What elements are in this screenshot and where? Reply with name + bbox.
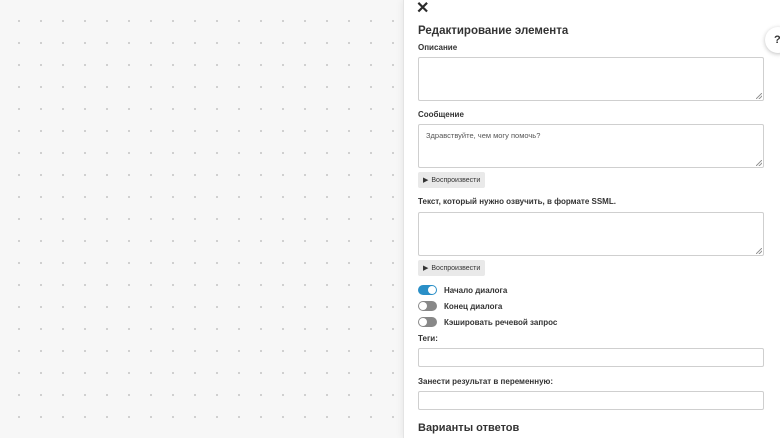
- play-icon: ▶: [423, 265, 429, 272]
- description-textarea[interactable]: [418, 57, 764, 101]
- edit-element-panel: ✕ ? Редактирование элемента Описание Соо…: [403, 0, 780, 438]
- message-value: Здравствуйте, чем могу помочь?: [426, 131, 541, 140]
- toggle-switch[interactable]: [418, 285, 437, 295]
- toggle-switch[interactable]: [418, 301, 437, 311]
- flow-canvas[interactable]: [0, 0, 403, 438]
- toggle-dialog-end[interactable]: Конец диалога: [418, 300, 502, 312]
- ssml-label: Текст, который нужно озвучить, в формате…: [418, 197, 616, 206]
- help-button[interactable]: ?: [765, 27, 780, 53]
- result-variable-input[interactable]: [418, 391, 764, 410]
- toggle-label: Кэшировать речевой запрос: [444, 317, 558, 327]
- message-textarea[interactable]: Здравствуйте, чем могу помочь?: [418, 124, 764, 168]
- tags-input[interactable]: [418, 348, 764, 367]
- resize-grip-icon[interactable]: [756, 160, 762, 166]
- toggle-label: Конец диалога: [444, 301, 503, 311]
- toggle-label: Начало диалога: [444, 285, 508, 295]
- ssml-play-button[interactable]: ▶ Воспроизвести: [418, 260, 486, 276]
- result-variable-label: Занести результат в переменную:: [418, 377, 554, 386]
- message-play-button[interactable]: ▶ Воспроизвести: [418, 172, 486, 188]
- panel-title: Редактирование элемента: [418, 25, 569, 37]
- play-icon: ▶: [423, 177, 429, 184]
- ssml-textarea[interactable]: [418, 212, 764, 256]
- play-button-label: Воспроизвести: [431, 264, 481, 272]
- play-button-label: Воспроизвести: [431, 176, 481, 184]
- message-label: Сообщение: [418, 110, 464, 119]
- answers-section-title: Варианты ответов: [418, 422, 520, 434]
- toggle-cache-speech[interactable]: Кэшировать речевой запрос: [418, 316, 557, 328]
- close-icon[interactable]: ✕: [416, 1, 429, 17]
- description-label: Описание: [418, 43, 458, 52]
- resize-grip-icon[interactable]: [756, 93, 762, 99]
- tags-label: Теги:: [418, 334, 438, 343]
- toggle-dialog-start[interactable]: Начало диалога: [418, 284, 507, 296]
- resize-grip-icon[interactable]: [756, 248, 762, 254]
- toggle-switch[interactable]: [418, 317, 437, 327]
